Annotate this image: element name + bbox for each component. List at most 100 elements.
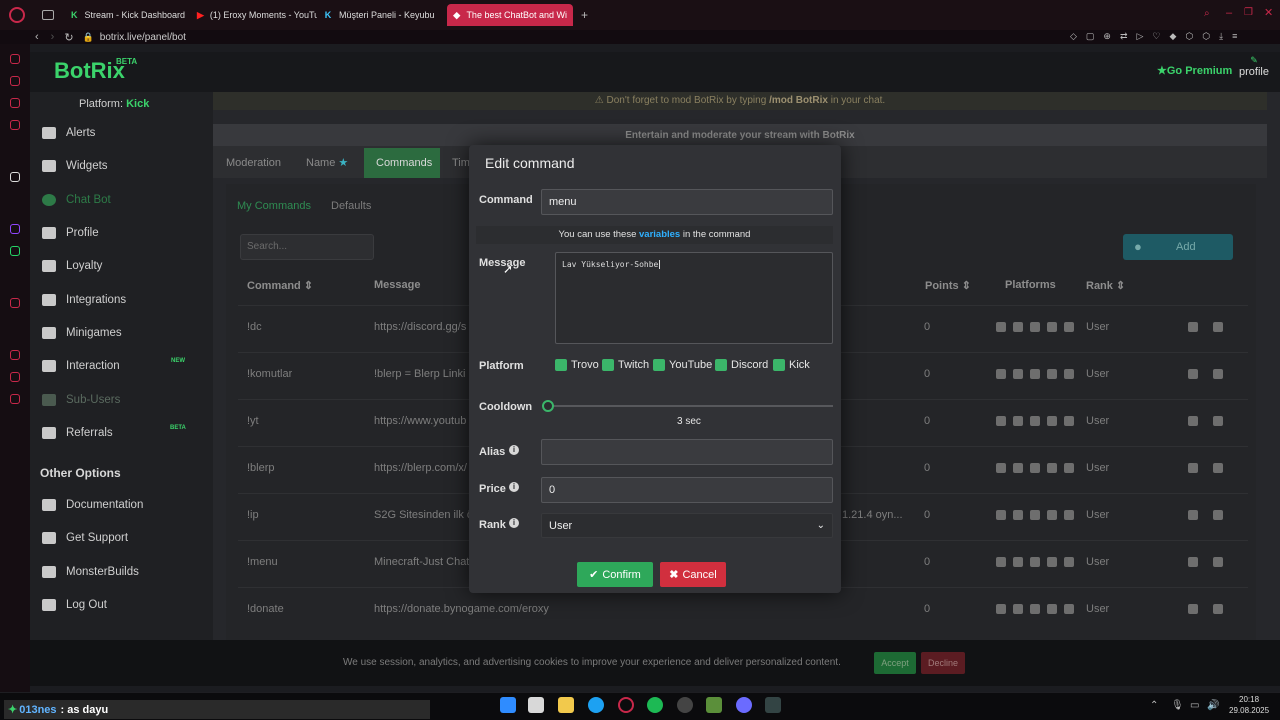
opera-sidebar-icon[interactable] [10, 120, 20, 130]
cooldown-slider[interactable] [546, 405, 833, 407]
settings-icon[interactable] [10, 394, 20, 404]
botrix-logo[interactable]: BotRix [54, 58, 125, 84]
sidebar-item-loyalty[interactable]: Loyalty [42, 260, 102, 272]
browser-tab-youtube[interactable]: ▶ (1) Eroxy Moments - YouTu [191, 4, 317, 26]
whatsapp-icon[interactable] [10, 246, 20, 256]
close-icon[interactable]: ✕ [1264, 6, 1273, 19]
tab-moderation[interactable]: Moderation [214, 148, 293, 178]
opera-sidebar-icon[interactable] [10, 54, 20, 64]
browser-tab-keyubu[interactable]: K Müşteri Paneli - Keyubu [317, 4, 443, 26]
tab-timers[interactable]: Tim [442, 148, 470, 178]
price-input[interactable]: 0 [541, 477, 833, 503]
file-explorer-icon[interactable] [558, 697, 574, 713]
search-input[interactable]: Search... [240, 234, 374, 260]
variables-link[interactable]: variables [639, 229, 680, 240]
subtab-defaults[interactable]: Defaults [331, 200, 371, 212]
opera-sidebar-icon[interactable] [10, 350, 20, 360]
twitch-icon[interactable] [10, 224, 20, 234]
minimize-icon[interactable]: – [1226, 7, 1232, 19]
cancel-button[interactable]: ✖ Cancel [660, 562, 726, 587]
discord-icon[interactable] [736, 697, 752, 713]
tray-chevron-icon[interactable]: ⌃ [1150, 700, 1158, 711]
tab-commands[interactable]: Commands [364, 148, 440, 178]
toolbar-extension-icons[interactable]: ◇▢⊕⇄▷♡◆⬡⬡⤓≡ [1070, 31, 1246, 42]
edit-icon[interactable] [1188, 604, 1198, 614]
sidebar-item-get-support[interactable]: Get Support [42, 532, 128, 544]
platform-checkbox-youtube[interactable]: YouTube [653, 359, 712, 371]
taskbar-clock[interactable]: 20:18 29.08.2025 [1229, 694, 1269, 716]
opera-sidebar-icon[interactable] [10, 172, 20, 182]
minecraft-icon[interactable] [706, 697, 722, 713]
trash-icon[interactable] [1213, 463, 1223, 473]
platform-checkbox-twitch[interactable]: Twitch [602, 359, 649, 371]
platform-checkbox-kick[interactable]: Kick [773, 359, 810, 371]
message-textarea[interactable]: Lav Yükseliyor-Sohbe [555, 252, 833, 344]
opera-sidebar-icon[interactable] [10, 76, 20, 86]
opera-sidebar-icon[interactable] [10, 372, 20, 382]
edit-icon[interactable] [1188, 369, 1198, 379]
spotify-icon[interactable] [647, 697, 663, 713]
browser-tab-kick[interactable]: K Stream - Kick Dashboard [64, 4, 191, 26]
confirm-button[interactable]: ✔ Confirm [577, 562, 653, 587]
browser-tab-botrix[interactable]: ◆ The best ChatBot and Wi [447, 4, 573, 26]
column-header-points[interactable]: Points ⇕ [925, 279, 971, 292]
opera-logo-icon[interactable] [9, 7, 25, 23]
sidebar-item-referrals[interactable]: Referrals [42, 427, 113, 439]
profile-button[interactable]: ✎ profile [1239, 55, 1269, 78]
column-header-command[interactable]: Command ⇕ [247, 279, 313, 292]
trash-icon[interactable] [1213, 557, 1223, 567]
subtab-my-commands[interactable]: My Commands [237, 200, 311, 212]
windows-start-icon[interactable] [500, 697, 516, 713]
cookie-decline-button[interactable]: Decline [921, 652, 965, 674]
command-input[interactable]: menu [541, 189, 833, 215]
platform-checkbox-trovo[interactable]: Trovo [555, 359, 599, 371]
microphone-icon[interactable]: 🎙 [1171, 700, 1184, 711]
opera-sidebar-icon[interactable] [10, 298, 20, 308]
sidebar-item-log-out[interactable]: Log Out [42, 599, 107, 611]
table-row[interactable]: !donate https://donate.bynogame.com/erox… [238, 587, 1248, 631]
sidebar-item-profile[interactable]: Profile [42, 227, 99, 239]
sidebar-item-integrations[interactable]: Integrations [42, 294, 126, 306]
edit-icon[interactable] [1188, 463, 1198, 473]
network-icon[interactable]: ▭ [1190, 700, 1199, 711]
maximize-icon[interactable]: ❐ [1244, 7, 1253, 18]
sidebar-item-chat-bot[interactable]: Chat Bot [42, 194, 111, 206]
forward-icon[interactable]: › [51, 31, 55, 43]
info-icon[interactable]: i [509, 482, 519, 492]
trash-icon[interactable] [1213, 416, 1223, 426]
cooldown-slider-handle[interactable] [542, 400, 554, 412]
add-command-button[interactable]: ● Add [1123, 234, 1233, 260]
trash-icon[interactable] [1213, 322, 1223, 332]
sidebar-item-sub-users[interactable]: Sub-Users [42, 394, 120, 406]
sidebar-item-interaction[interactable]: Interaction [42, 360, 120, 372]
sidebar-item-documentation[interactable]: Documentation [42, 499, 143, 511]
volume-icon[interactable]: 🔊 [1207, 700, 1219, 711]
column-header-rank[interactable]: Rank ⇕ [1086, 279, 1125, 292]
new-tab-button[interactable]: + [581, 8, 588, 22]
rank-select[interactable]: User ⌄ [541, 513, 833, 538]
cookie-accept-button[interactable]: Accept [874, 652, 916, 674]
edit-icon[interactable] [1188, 510, 1198, 520]
sidebar-item-minigames[interactable]: Minigames [42, 327, 122, 339]
info-icon[interactable]: i [509, 518, 519, 528]
alias-input[interactable] [541, 439, 833, 465]
search-icon[interactable]: ⌕ [1204, 8, 1210, 19]
edit-icon[interactable] [1188, 416, 1198, 426]
trash-icon[interactable] [1213, 369, 1223, 379]
trash-icon[interactable] [1213, 510, 1223, 520]
tab-name[interactable]: Name ★ [294, 148, 360, 178]
opera-sidebar-icon[interactable] [10, 98, 20, 108]
edge-icon[interactable] [588, 697, 604, 713]
sidebar-item-widgets[interactable]: Widgets [42, 160, 108, 172]
platform-checkbox-discord[interactable]: Discord [715, 359, 768, 371]
info-icon[interactable]: i [509, 445, 519, 455]
opera-icon[interactable] [618, 697, 634, 713]
back-icon[interactable]: ‹ [35, 31, 39, 43]
obs-icon[interactable] [677, 697, 693, 713]
reload-icon[interactable]: ↻ [64, 31, 73, 44]
go-premium-button[interactable]: ★Go Premium [1157, 64, 1232, 77]
task-view-icon[interactable] [528, 697, 544, 713]
app-icon[interactable] [765, 697, 781, 713]
trash-icon[interactable] [1213, 604, 1223, 614]
sidebar-item-monsterbuilds[interactable]: MonsterBuilds [42, 566, 139, 578]
